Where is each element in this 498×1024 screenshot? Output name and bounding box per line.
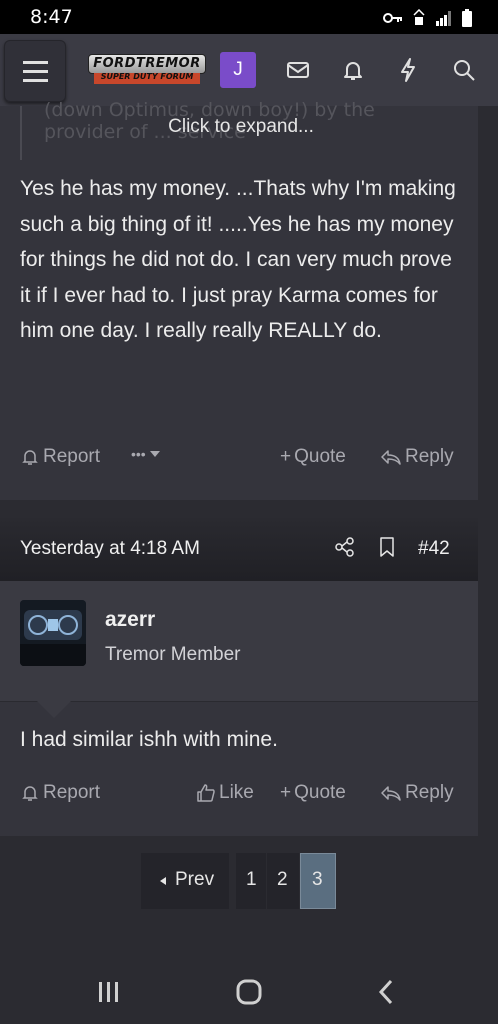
menu-icon [23,61,48,82]
battery-icon [462,9,472,27]
search-icon[interactable] [450,56,478,84]
plus-icon: + [280,446,292,467]
recent-apps-icon[interactable] [96,980,122,1004]
home-icon[interactable] [235,978,263,1006]
bell-icon[interactable] [339,56,367,84]
click-to-expand-link[interactable]: Click to expand... [22,116,460,138]
page-link-1[interactable]: 1 [236,853,266,909]
username-link[interactable]: azerr [105,608,155,632]
post-date[interactable]: Yesterday at 4:18 AM [20,538,200,560]
site-logo[interactable]: FORDTREMOR SUPER DUTY FORUM [88,54,206,86]
caret-left-icon [160,877,166,885]
share-icon[interactable] [334,536,356,558]
status-time: 8:47 [30,6,73,28]
user-title: Tremor Member [105,644,241,665]
post-body: Yes he has my money. ...Thats why I'm ma… [20,177,456,343]
back-icon[interactable] [376,978,396,1006]
report-button[interactable]: Report [20,782,100,804]
reply-icon [381,450,401,465]
post-actions: Report Like + Quote Reply [20,782,460,812]
bolt-icon[interactable] [394,56,422,84]
post-card: (down Optimus, down boy!) by the provide… [0,99,478,500]
top-nav-bar: FORDTREMOR SUPER DUTY FORUM J [0,34,498,106]
user-block-pointer [36,700,72,718]
bell-icon [22,450,38,465]
account-avatar[interactable]: J [220,52,256,88]
post-body: I had similar ishh with mine. [20,728,278,751]
key-icon [383,13,402,23]
bookmark-icon[interactable] [377,536,397,558]
post-header: Yesterday at 4:18 AM #42 [0,518,478,581]
avatar[interactable] [20,600,86,666]
post-card: Yesterday at 4:18 AM #42 azerr Tremor Me… [0,518,478,836]
reply-button[interactable]: Reply [380,446,454,468]
bell-icon [22,786,38,801]
user-info: azerr Tremor Member [0,581,478,702]
like-button[interactable]: Like [196,782,254,804]
caret-down-icon [149,451,160,457]
more-options-button[interactable]: ••• [131,446,161,462]
quote-block: (down Optimus, down boy!) by the provide… [20,99,460,160]
report-button[interactable]: Report [20,446,100,468]
logo-title: FORDTREMOR [93,56,201,71]
signal-icon [436,11,451,26]
post-actions: Report ••• + Quote Reply [20,446,460,476]
plus-icon: + [280,782,292,803]
envelope-icon[interactable] [284,56,312,84]
quote-button[interactable]: + Quote [280,782,346,804]
menu-button[interactable] [4,40,66,102]
logo-subtitle: SUPER DUTY FORUM [100,72,194,81]
wifi-4g-icon [413,9,425,25]
status-bar: 8:47 [0,0,498,34]
dashboard-photo [20,600,86,666]
prev-page-button[interactable]: Prev [141,853,229,909]
post-number-link[interactable]: #42 [418,538,450,560]
reply-button[interactable]: Reply [380,782,454,804]
quote-button[interactable]: + Quote [280,446,346,468]
system-nav-bar [0,958,498,1024]
status-icons [383,9,472,27]
page-link-current[interactable]: 3 [300,853,336,909]
reply-icon [381,786,401,801]
thumbs-up-icon [197,784,215,802]
page-link-2[interactable]: 2 [267,853,299,909]
